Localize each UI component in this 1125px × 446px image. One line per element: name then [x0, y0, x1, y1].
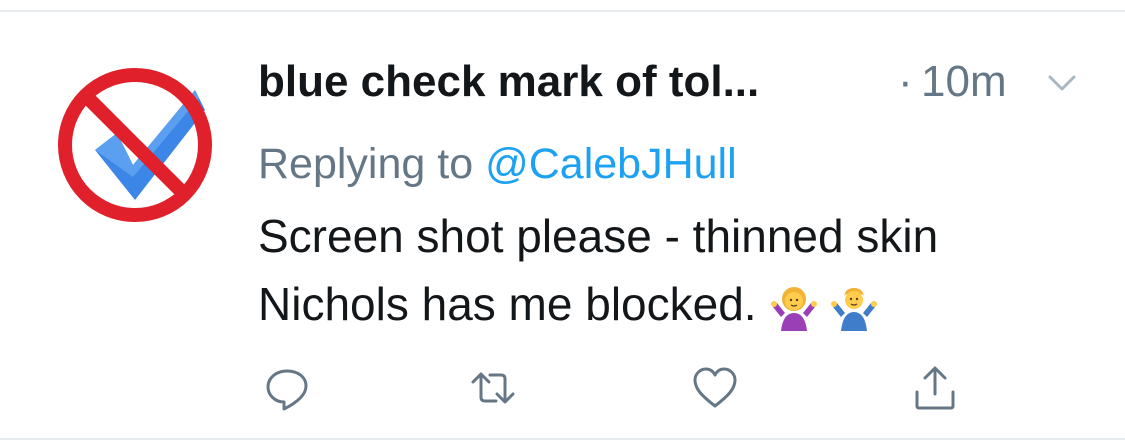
tweet-text-line: Nichols has me blocked.: [258, 270, 1088, 338]
reply-context: Replying to @CalebJHull: [258, 134, 737, 194]
chevron-down-icon[interactable]: [1048, 74, 1076, 92]
retweet-icon: [471, 372, 515, 404]
like-button[interactable]: [692, 365, 738, 411]
display-name[interactable]: blue check mark of tol...: [258, 52, 759, 112]
tweet[interactable]: blue check mark of tol... · 10m Replying…: [0, 12, 1125, 438]
tweet-text-line: Screen shot please - thinned skin: [258, 210, 939, 262]
timestamp[interactable]: 10m: [921, 52, 1007, 112]
retweet-button[interactable]: [470, 365, 516, 411]
man-shrugging-icon: [830, 287, 877, 331]
like-icon: [693, 367, 737, 408]
woman-shrugging-icon: [770, 286, 817, 331]
tweet-header: blue check mark of tol... · 10m: [258, 52, 1088, 112]
reply-prefix: Replying to: [258, 140, 486, 188]
reply-button[interactable]: [264, 365, 310, 411]
no-blue-check-icon: [58, 68, 212, 222]
tweet-actions: [258, 365, 978, 415]
share-button[interactable]: [912, 365, 958, 411]
timestamp-separator: ·: [898, 57, 913, 106]
tweet-text: Screen shot please - thinned skin Nichol…: [258, 202, 1088, 338]
tweet-text-line-2: Nichols has me blocked.: [258, 278, 757, 330]
share-icon: [915, 366, 955, 410]
avatar[interactable]: [55, 65, 215, 225]
reply-handle-link[interactable]: @CalebJHull: [485, 140, 737, 188]
reply-icon: [266, 369, 308, 411]
bottom-divider: [0, 438, 1125, 440]
